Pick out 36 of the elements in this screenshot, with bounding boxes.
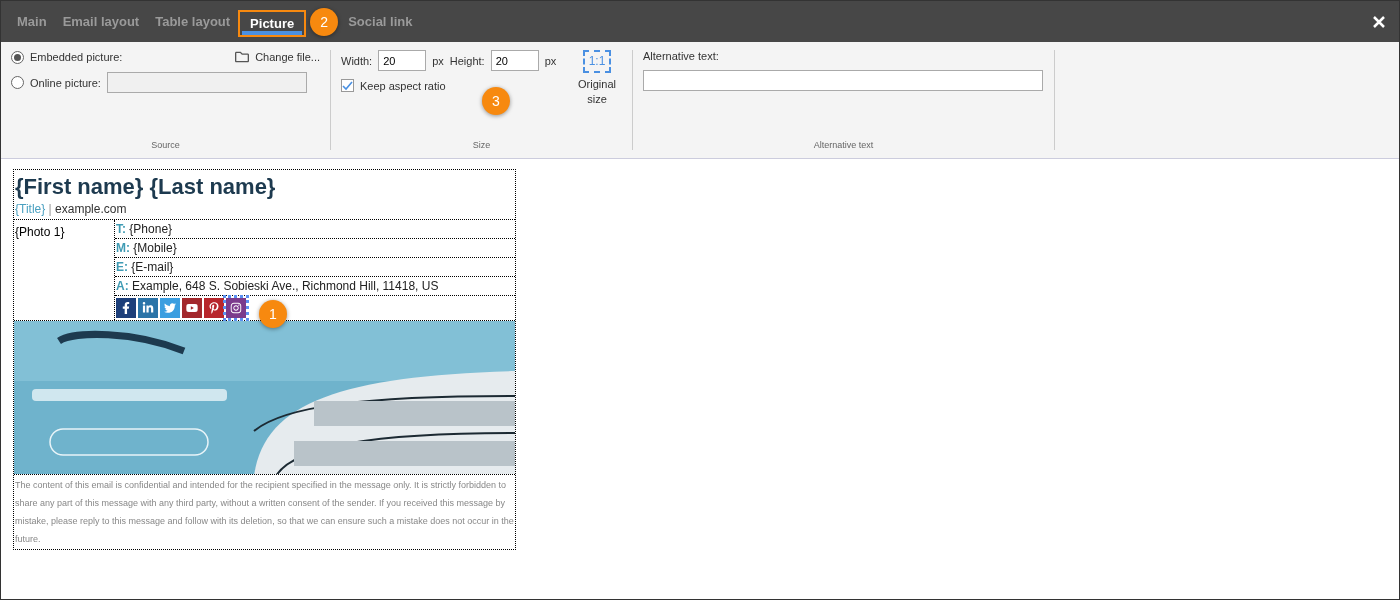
height-field[interactable]: 20: [490, 50, 539, 71]
original-size-button[interactable]: 1:1 Original size: [572, 50, 622, 107]
folder-icon: [235, 50, 250, 64]
instagram-icon[interactable]: [226, 298, 246, 318]
change-file-button[interactable]: Change file...: [235, 50, 320, 64]
alt-text-field[interactable]: [643, 70, 1043, 91]
group-label: Source: [150, 140, 181, 150]
pinterest-icon[interactable]: [204, 298, 224, 318]
field-label: Alternative text:: [643, 50, 720, 62]
signature-name: {First name} {Last name}: [14, 173, 277, 200]
group-label: Alternative text: [812, 140, 875, 150]
photo-cell[interactable]: {Photo 1}: [14, 220, 114, 320]
tab[interactable]: Picture: [242, 12, 303, 35]
url-field[interactable]: [106, 72, 307, 93]
linkedin-icon[interactable]: [138, 298, 158, 318]
radio-button[interactable]: [11, 50, 24, 64]
disclaimer: The content of this email is confidential and intended for the recipient specified in the message only. It is strictly forbidden to share any part of this message with any third party, without a written consent of the sender. If you received this message by mistake, please reply to this message and follow with its deletion, so that we can ensure such a mistake does not occur in the future.: [14, 479, 515, 546]
radio-label: Embedded picture:: [30, 51, 123, 63]
facebook-icon[interactable]: [116, 298, 136, 318]
radio-label: Online picture:: [30, 76, 101, 89]
width-field[interactable]: 20: [378, 50, 427, 71]
signature-subtitle: {Title} | example.com: [14, 201, 128, 218]
callout-badge: 2: [310, 7, 339, 36]
youtube-icon[interactable]: [182, 298, 202, 318]
checkbox-label: Keep aspect ratio: [360, 79, 446, 92]
close-icon[interactable]: [1373, 15, 1385, 28]
width-label: Width:: [341, 54, 373, 67]
checkbox[interactable]: [341, 79, 354, 92]
contact-line: M: {Mobile}: [115, 239, 515, 258]
height-label: Height:: [449, 54, 485, 67]
contact-line: T: {Phone}: [115, 220, 515, 239]
unit-label: px: [432, 54, 444, 67]
group-label: Size: [471, 140, 492, 150]
radio-button[interactable]: [11, 76, 24, 89]
unit-label: px: [544, 54, 557, 67]
contact-line: E: {E-mail}: [115, 258, 515, 277]
